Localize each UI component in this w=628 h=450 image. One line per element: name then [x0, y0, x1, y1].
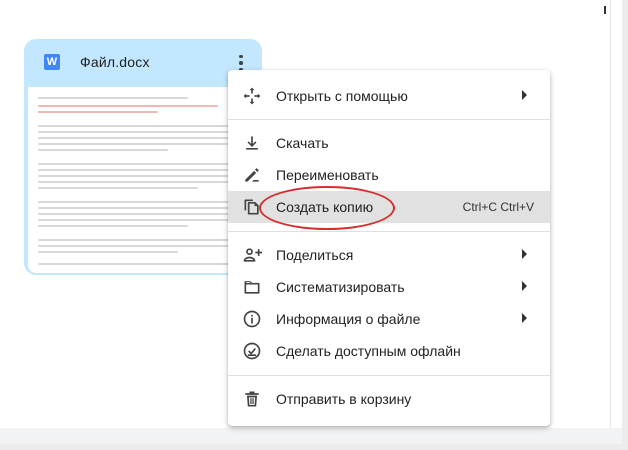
file-card-header[interactable]: W Файл.docx: [24, 39, 262, 87]
download-icon: [246, 136, 258, 150]
trash-icon: [245, 391, 259, 407]
menu-item-make-offline[interactable]: Сделать доступным офлайн: [228, 335, 550, 367]
bottom-strip: [0, 428, 622, 444]
right-divider: [610, 0, 611, 430]
menu-item-open-with[interactable]: Открыть с помощью: [228, 80, 550, 112]
menu-item-move-to-trash[interactable]: Отправить в корзину: [228, 383, 550, 415]
menu-item-download[interactable]: Скачать: [228, 127, 550, 159]
document-preview-thumbnail[interactable]: [28, 87, 258, 273]
word-doc-icon: W: [44, 54, 60, 70]
menu-item-label: Систематизировать: [276, 279, 405, 295]
submenu-arrow-icon: [522, 249, 527, 259]
menu-item-rename[interactable]: Переименовать: [228, 159, 550, 191]
move-arrows-icon: [243, 87, 261, 105]
menu-divider: [228, 375, 550, 376]
menu-item-make-copy[interactable]: Создать копию Ctrl+C Ctrl+V: [228, 191, 550, 223]
menu-item-share[interactable]: Поделиться: [228, 239, 550, 271]
menu-item-file-info[interactable]: Информация о файле: [228, 303, 550, 335]
submenu-arrow-icon: [522, 313, 527, 323]
pencil-icon: [245, 168, 259, 182]
menu-item-label: Информация о файле: [276, 311, 421, 327]
offline-check-icon: [243, 342, 261, 360]
menu-divider: [228, 119, 550, 120]
window-edge-mark: [604, 6, 606, 14]
menu-item-label: Создать копию: [276, 199, 374, 215]
add-person-icon: [243, 248, 262, 262]
menu-item-label: Переименовать: [276, 167, 379, 183]
menu-item-label: Отправить в корзину: [276, 391, 412, 407]
copy-icon: [244, 199, 259, 215]
file-card[interactable]: W Файл.docx: [24, 39, 262, 275]
file-name: Файл.docx: [80, 54, 150, 70]
submenu-arrow-icon: [522, 281, 527, 291]
context-menu: Открыть с помощью Скачать Переименовать …: [228, 70, 550, 426]
keyboard-shortcut: Ctrl+C Ctrl+V: [462, 200, 534, 214]
menu-item-label: Скачать: [276, 135, 329, 151]
menu-item-label: Сделать доступным офлайн: [276, 343, 461, 359]
info-icon: [243, 310, 261, 328]
menu-item-label: Поделиться: [276, 247, 354, 263]
menu-item-label: Открыть с помощью: [276, 88, 408, 104]
menu-divider: [228, 231, 550, 232]
folder-icon: [244, 281, 260, 294]
submenu-arrow-icon: [522, 90, 527, 100]
menu-item-organize[interactable]: Систематизировать: [228, 271, 550, 303]
